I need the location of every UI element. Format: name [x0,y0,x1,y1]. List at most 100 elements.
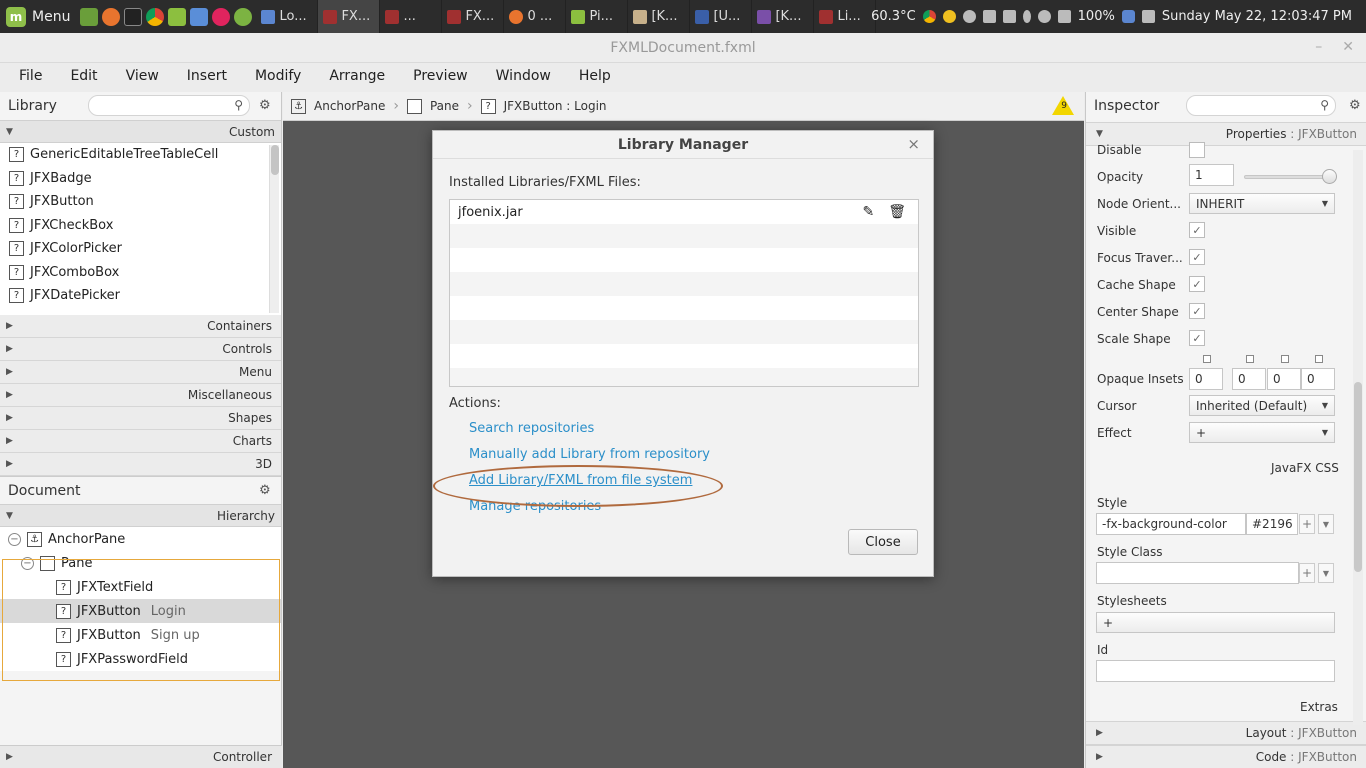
close-button[interactable]: Close [848,529,918,555]
breadcrumb-item[interactable]: AnchorPane [314,99,385,113]
node-orientation-select[interactable]: INHERIT ▼ [1189,193,1335,214]
opacity-field[interactable]: 1 [1189,164,1234,186]
menu-window[interactable]: Window [486,68,561,84]
show-desktop-icon[interactable] [80,7,99,26]
style-class-menu-button[interactable]: ▼ [1318,563,1334,583]
category-containers[interactable]: ▶ Containers [0,315,281,338]
menu-arrange[interactable]: Arrange [319,68,395,84]
inset-right-field[interactable]: 0 [1232,368,1266,390]
inspector-search-input[interactable]: ⚲ [1186,95,1336,116]
tree-node-anchorpane[interactable]: − ⚓ AnchorPane [0,527,281,551]
id-field[interactable] [1096,660,1335,682]
style-property-field[interactable]: -fx-background-color [1096,513,1246,535]
oo-app-icon[interactable] [212,7,231,26]
tree-node-jfxbutton-login[interactable]: ? JFXButton Login [0,599,281,623]
style-menu-button[interactable]: ▼ [1318,514,1334,534]
menu-modify[interactable]: Modify [245,68,311,84]
library-row[interactable]: jfoenix.jar ✎ 🗑 [450,200,918,224]
controller-section-header[interactable]: ▶ Controller [0,745,282,768]
library-item[interactable]: ? JFXComboBox [0,261,281,285]
gear-icon[interactable]: ⚙ [259,98,271,113]
add-style-class-button[interactable]: + [1299,563,1315,583]
add-from-file-system-link[interactable]: Add Library/FXML from file system [469,473,692,488]
gear-icon[interactable]: ⚙ [1349,98,1361,113]
close-window-button[interactable]: ✕ [1342,39,1354,55]
start-menu-button[interactable]: m Menu [0,0,76,33]
notes-tray-icon[interactable] [942,10,956,23]
add-style-button[interactable]: + [1299,514,1315,534]
taskbar-window[interactable]: FX... [318,0,381,33]
category-3d[interactable]: ▶ 3D [0,453,281,476]
add-stylesheet-button[interactable]: + [1096,612,1335,633]
custom-section-header[interactable]: ▼ Custom [0,120,281,143]
taskbar-window[interactable]: Li... [814,0,877,33]
taskbar-window[interactable]: 0 ... [504,0,567,33]
inset-left-field[interactable]: 0 [1301,368,1335,390]
menu-insert[interactable]: Insert [177,68,237,84]
effect-select[interactable]: + ▼ [1189,422,1335,443]
category-shapes[interactable]: ▶ Shapes [0,407,281,430]
terminal-icon[interactable] [124,7,143,26]
menu-preview[interactable]: Preview [403,68,478,84]
opacity-slider-track[interactable] [1244,175,1334,179]
files-icon[interactable] [168,7,187,26]
breadcrumb-item[interactable]: JFXButton : Login [504,99,607,113]
scrollbar-thumb[interactable] [1354,382,1362,572]
trash-icon[interactable]: 🗑 [888,204,906,220]
breadcrumb-item[interactable]: Pane [430,99,459,113]
menu-file[interactable]: File [9,68,52,84]
gear-icon[interactable]: ⚙ [259,483,271,498]
menu-help[interactable]: Help [569,68,621,84]
library-search-input[interactable]: ⚲ [88,95,250,116]
category-controls[interactable]: ▶ Controls [0,338,281,361]
chrome-tray-icon[interactable] [922,10,936,23]
manage-repositories-link[interactable]: Manage repositories [469,499,601,514]
user-icon[interactable] [962,10,976,23]
hierarchy-section-header[interactable]: ▼ Hierarchy [0,504,281,527]
style-value-field[interactable]: #2196 [1246,513,1298,535]
taskbar-window[interactable]: [U... [690,0,753,33]
opacity-slider-thumb[interactable] [1322,169,1337,184]
taskbar-window[interactable]: Lo... [256,0,319,33]
library-item[interactable]: ? JFXBadge [0,167,281,191]
collapse-icon[interactable]: − [8,532,21,546]
cache-shape-checkbox[interactable]: ✓ [1189,276,1205,292]
volume-icon[interactable] [1057,10,1071,23]
style-class-field[interactable] [1096,562,1299,584]
category-charts[interactable]: ▶ Charts [0,430,281,453]
camera-icon[interactable] [1141,10,1155,23]
menu-edit[interactable]: Edit [60,68,107,84]
tree-node-jfxtextfield[interactable]: ? JFXTextField [0,575,281,599]
layout-section-header[interactable]: ▶ Layout : JFXButton [1086,721,1366,745]
cursor-select[interactable]: Inherited (Default) ▼ [1189,395,1335,416]
shield-icon[interactable] [1121,10,1135,23]
collapse-icon[interactable]: − [21,556,34,570]
center-shape-checkbox[interactable]: ✓ [1189,303,1205,319]
bluetooth-icon[interactable] [1022,10,1031,23]
manually-add-library-link[interactable]: Manually add Library from repository [469,447,710,462]
taskbar-window[interactable]: Pi... [566,0,629,33]
inspector-scrollbar[interactable] [1353,150,1363,725]
visible-checkbox[interactable]: ✓ [1189,222,1205,238]
minimize-button[interactable]: – [1315,39,1322,55]
screenshot-icon[interactable] [982,10,996,23]
scale-shape-checkbox[interactable]: ✓ [1189,330,1205,346]
library-item[interactable]: ? JFXColorPicker [0,237,281,261]
android-studio-icon[interactable] [234,7,253,26]
library-item[interactable]: ? JFXDatePicker [0,284,281,308]
library-scrollbar[interactable] [269,145,279,313]
taskbar-window[interactable]: [K... [628,0,691,33]
battery-readout[interactable]: 100% [1078,9,1115,24]
chrome-icon[interactable] [146,7,165,26]
tree-node-jfxpasswordfield[interactable]: ? JFXPasswordField [0,647,281,671]
category-miscellaneous[interactable]: ▶ Miscellaneous [0,384,281,407]
taskbar-window[interactable]: FX... [442,0,505,33]
code-section-header[interactable]: ▶ Code : JFXButton [1086,745,1366,768]
library-item[interactable]: ? JFXCheckBox [0,214,281,238]
taskbar-window[interactable]: [K... [752,0,815,33]
menu-view[interactable]: View [116,68,169,84]
inset-bottom-field[interactable]: 0 [1267,368,1301,390]
search-repositories-link[interactable]: Search repositories [469,421,594,436]
scrollbar-thumb[interactable] [271,145,279,175]
inset-top-field[interactable]: 0 [1189,368,1223,390]
